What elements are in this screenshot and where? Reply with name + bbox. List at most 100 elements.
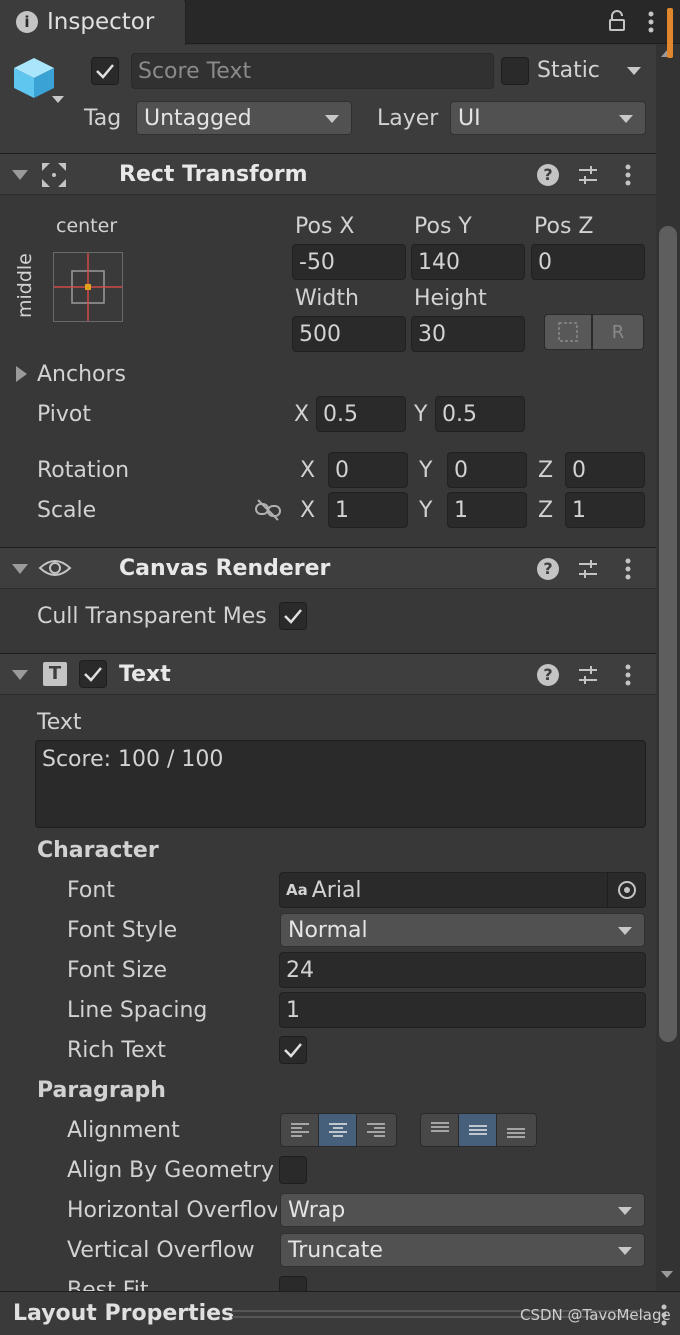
help-icon[interactable]: ? xyxy=(537,558,559,580)
lock-icon[interactable] xyxy=(608,10,626,32)
align-middle-button[interactable] xyxy=(459,1114,497,1146)
align-top-button[interactable] xyxy=(421,1114,459,1146)
scale-z-field[interactable]: 1 xyxy=(565,492,645,528)
text-area[interactable]: Score: 100 / 100 xyxy=(35,740,646,828)
scrollbar-thumb[interactable] xyxy=(659,226,677,1042)
posy-field[interactable]: 140 xyxy=(411,244,525,280)
chevron-down-icon xyxy=(618,1207,632,1215)
align-right-button[interactable] xyxy=(357,1114,395,1146)
posz-field[interactable]: 0 xyxy=(531,244,645,280)
tag-dropdown[interactable]: Untagged xyxy=(136,101,352,135)
canvas-renderer-foldout-icon[interactable] xyxy=(12,564,28,574)
cube-icon[interactable] xyxy=(10,54,58,102)
rect-transform-foldout-icon[interactable] xyxy=(12,170,28,180)
help-icon[interactable]: ? xyxy=(537,164,559,186)
presets-icon[interactable] xyxy=(577,164,599,186)
inspector-tab[interactable]: i Inspector xyxy=(0,0,186,45)
rect-transform-title: Rect Transform xyxy=(119,162,308,187)
align-by-geometry-checkbox[interactable] xyxy=(279,1156,307,1184)
font-field[interactable]: Aa Arial xyxy=(279,872,646,908)
best-fit-row-clip: Best Fit xyxy=(0,1276,656,1291)
anchor-horizontal-label: center xyxy=(56,215,118,237)
rich-text-checkbox[interactable] xyxy=(279,1036,307,1064)
font-style-dropdown[interactable]: Normal xyxy=(280,913,645,947)
rotation-z-field[interactable]: 0 xyxy=(565,452,645,488)
text-enabled-checkbox[interactable] xyxy=(79,660,107,688)
align-center-button[interactable] xyxy=(319,1114,357,1146)
blueprint-mode-button[interactable] xyxy=(544,314,592,350)
presets-icon[interactable] xyxy=(577,664,599,686)
tag-label: Tag xyxy=(84,106,122,131)
font-value: Arial xyxy=(311,877,362,903)
scale-y-field[interactable]: 1 xyxy=(447,492,527,528)
footer-menu-icon[interactable] xyxy=(659,1303,669,1327)
paragraph-section-label: Paragraph xyxy=(37,1078,166,1103)
object-active-checkbox[interactable] xyxy=(91,57,119,85)
raw-edit-button[interactable]: R xyxy=(592,314,644,350)
scale-x-value: 1 xyxy=(335,497,349,523)
chevron-down-icon xyxy=(325,115,339,123)
layer-label: Layer xyxy=(377,106,439,131)
chevron-down-icon xyxy=(618,1247,632,1255)
align-by-geometry-label: Align By Geometry xyxy=(67,1160,274,1182)
presets-icon[interactable] xyxy=(577,558,599,580)
component-menu-icon[interactable] xyxy=(623,663,633,687)
scale-x-field[interactable]: 1 xyxy=(328,492,408,528)
posx-label: Pos X xyxy=(295,214,355,239)
height-field[interactable]: 30 xyxy=(411,316,525,352)
scale-z-axis: Z xyxy=(538,498,554,523)
posx-field[interactable]: -50 xyxy=(292,244,406,280)
component-menu-icon[interactable] xyxy=(623,557,633,581)
vertical-overflow-value: Truncate xyxy=(288,1237,383,1263)
component-menu-icon[interactable] xyxy=(623,163,633,187)
rot-z-axis: Z xyxy=(538,458,554,483)
posz-value: 0 xyxy=(538,249,552,275)
pivot-y-field[interactable]: 0.5 xyxy=(435,396,525,432)
line-spacing-label: Line Spacing xyxy=(67,998,208,1023)
layout-properties-bar[interactable]: Layout Properties CSDN @TavoMelage xyxy=(0,1291,680,1335)
rich-text-label: Rich Text xyxy=(67,1038,166,1063)
pivot-x-field[interactable]: 0.5 xyxy=(316,396,406,432)
scroll-down-arrow[interactable] xyxy=(661,1271,673,1278)
anchors-label[interactable]: Anchors xyxy=(37,364,126,386)
horizontal-overflow-dropdown[interactable]: Wrap xyxy=(280,1193,645,1227)
icon-dropdown-arrow[interactable] xyxy=(52,96,64,103)
rotation-y-field[interactable]: 0 xyxy=(447,452,527,488)
scrollbar-accent xyxy=(667,8,673,58)
cull-transparent-checkbox[interactable] xyxy=(279,602,307,630)
scale-y-axis: Y xyxy=(419,498,433,523)
static-dropdown-arrow[interactable] xyxy=(627,67,641,75)
chevron-down-icon xyxy=(618,927,632,935)
dotted-square-icon xyxy=(558,322,578,342)
anchor-presets-button[interactable] xyxy=(53,252,123,322)
rotation-x-value: 0 xyxy=(335,457,349,483)
canvas-renderer-title: Canvas Renderer xyxy=(119,556,331,581)
text-area-value: Score: 100 / 100 xyxy=(42,747,224,772)
anchors-foldout-icon[interactable] xyxy=(16,366,27,382)
object-name: Score Text xyxy=(138,58,252,84)
best-fit-label: Best Fit xyxy=(67,1278,149,1292)
cull-transparent-label: Cull Transparent Mes xyxy=(37,606,267,628)
raw-edit-label: R xyxy=(611,321,625,343)
help-icon[interactable]: ? xyxy=(537,664,559,686)
csdn-watermark: CSDN @TavoMelage xyxy=(520,1306,671,1324)
font-size-field[interactable]: 24 xyxy=(279,952,646,988)
constrain-proportions-icon[interactable] xyxy=(254,498,282,522)
static-checkbox[interactable] xyxy=(501,57,529,85)
text-foldout-icon[interactable] xyxy=(12,670,28,680)
width-field[interactable]: 500 xyxy=(292,316,406,352)
font-style-value: Normal xyxy=(288,917,368,943)
checkmark-icon xyxy=(96,64,114,79)
vertical-overflow-dropdown[interactable]: Truncate xyxy=(280,1233,645,1267)
rect-transform-icon xyxy=(40,161,68,189)
checkmark-icon xyxy=(284,609,302,624)
layer-dropdown[interactable]: UI xyxy=(450,101,646,135)
line-spacing-field[interactable]: 1 xyxy=(279,992,646,1028)
align-left-button[interactable] xyxy=(281,1114,319,1146)
align-bottom-button[interactable] xyxy=(497,1114,535,1146)
rotation-x-field[interactable]: 0 xyxy=(328,452,408,488)
tab-menu-icon[interactable] xyxy=(646,10,656,34)
object-name-field[interactable]: Score Text xyxy=(131,53,494,89)
object-picker-icon[interactable] xyxy=(607,873,645,907)
best-fit-checkbox[interactable] xyxy=(279,1276,307,1291)
